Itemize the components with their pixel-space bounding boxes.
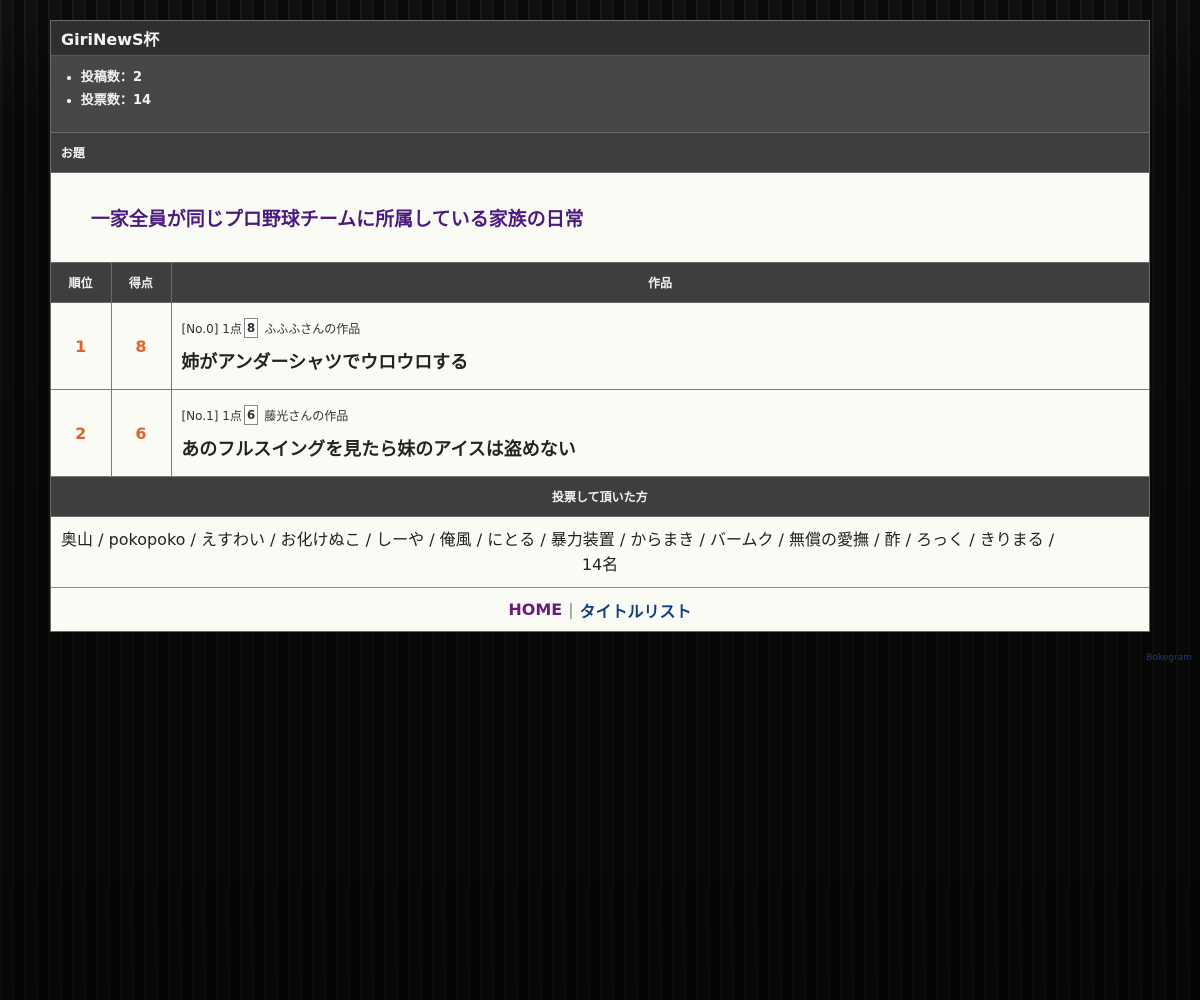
results-header-row: 順位 得点 作品 [51, 263, 1149, 303]
work-author: ふふふさんの作品 [264, 321, 361, 336]
site-credit-link[interactable]: Bokegram [1146, 653, 1192, 663]
voters-header: 投票して頂いた方 [51, 477, 1149, 517]
work-title: 姉がアンダーシャツでウロウロする [181, 352, 469, 373]
work-number-label: [No.0] 1点 [181, 321, 242, 336]
results-table: 順位 得点 作品 1 8 [No.0] 1点 8 ふふふさんの作品 姉がアンダー… [51, 263, 1149, 477]
score-column-header: 得点 [111, 263, 172, 303]
theme-header: お題 [51, 133, 1149, 173]
rank-column-header: 順位 [51, 263, 112, 303]
voters-count: 14名 [581, 555, 619, 574]
rank-cell: 2 [51, 389, 112, 477]
rank-cell: 1 [51, 302, 112, 390]
work-column-header: 作品 [171, 263, 1149, 303]
theme-box: 一家全員が同じプロ野球チームに所属している家族の日常 [51, 173, 1149, 263]
work-cell: [No.1] 1点 6 藤光さんの作品 あのフルスイングを見たら妹のアイスは盗め… [171, 389, 1149, 477]
voters-list: 奥山 / pokopoko / えすわい / お化けぬこ / しーや / 俺風 … [61, 530, 1055, 549]
table-row: 2 6 [No.1] 1点 6 藤光さんの作品 あのフルスイングを見たら妹のアイ… [51, 389, 1149, 477]
table-row: 1 8 [No.0] 1点 8 ふふふさんの作品 姉がアンダーシャツでウロウロす… [51, 302, 1149, 390]
score-cell: 6 [111, 389, 172, 477]
contest-stats: 投稿数：2 投票数：14 [51, 56, 1149, 133]
points-badge: 6 [243, 405, 259, 425]
points-badge: 8 [243, 318, 259, 338]
work-title: あのフルスイングを見たら妹のアイスは盗めない [181, 439, 577, 460]
home-link[interactable]: HOME [508, 600, 562, 619]
theme-header-label: お題 [61, 146, 86, 160]
contest-title: GiriNewS杯 [51, 21, 1149, 56]
voters-section: 奥山 / pokopoko / えすわい / お化けぬこ / しーや / 俺風 … [51, 517, 1149, 588]
score-cell: 8 [111, 302, 172, 390]
title-list-link[interactable]: タイトルリスト [580, 598, 692, 622]
theme-text: 一家全員が同じプロ野球チームに所属している家族の日常 [91, 208, 584, 230]
work-cell: [No.0] 1点 8 ふふふさんの作品 姉がアンダーシャツでウロウロする [171, 302, 1149, 390]
footer-nav: HOME | タイトルリスト [51, 588, 1149, 631]
work-meta: [No.0] 1点 8 ふふふさんの作品 [182, 318, 1140, 338]
stat-submissions: 投稿数：2 [81, 70, 1139, 86]
stat-votes: 投票数：14 [81, 93, 1139, 109]
contest-panel: GiriNewS杯 投稿数：2 投票数：14 お題 一家全員が同じプロ野球チーム… [50, 20, 1150, 632]
work-author: 藤光さんの作品 [264, 408, 349, 423]
work-number-label: [No.1] 1点 [181, 408, 242, 423]
voters-header-label: 投票して頂いた方 [552, 490, 648, 504]
contest-title-text: GiriNewS杯 [61, 30, 160, 49]
work-meta: [No.1] 1点 6 藤光さんの作品 [182, 405, 1140, 425]
nav-separator: | [568, 600, 574, 619]
stats-list: 投稿数：2 投票数：14 [61, 70, 1139, 109]
